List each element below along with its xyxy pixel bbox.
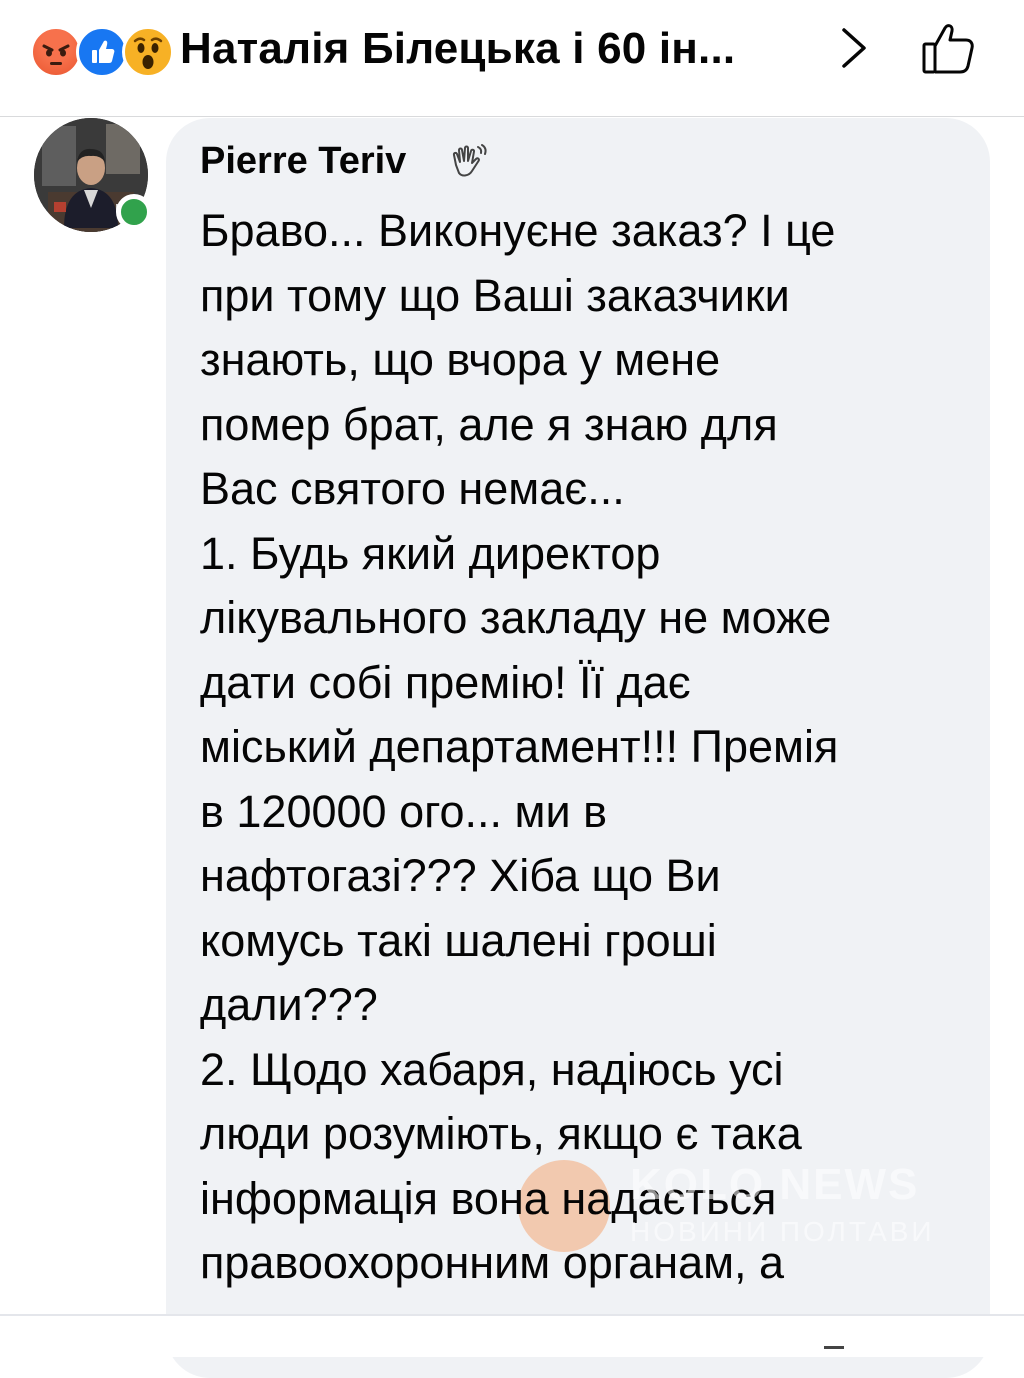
- comment-text-line: люди розуміють, якщо є така: [200, 1108, 802, 1159]
- watermark-subtitle: НОВИНИ ПОЛТАВИ: [630, 1216, 935, 1247]
- bottom-comment-bar[interactable]: [0, 1314, 1024, 1357]
- comment-text-line: нафтогазі??? Хіба що Ви: [200, 850, 721, 901]
- bottom-handle: [824, 1346, 844, 1349]
- comment-text-line: комусь такі шалені гроші: [200, 915, 717, 966]
- comment-author-name[interactable]: Pierre Teriv: [200, 140, 406, 183]
- online-status-indicator: [116, 194, 152, 230]
- comment-text-line: при тому що Ваші заказчики: [200, 270, 790, 321]
- comment-text-line: 2. Щодо хабаря, надіюсь усі: [200, 1044, 784, 1095]
- wow-reaction-icon: [122, 26, 174, 78]
- reactors-title[interactable]: Наталія Білецька і 60 ін...: [180, 24, 735, 74]
- chevron-right-icon[interactable]: [834, 24, 874, 72]
- watermark-logo: KOLO NEWS: [630, 1160, 920, 1209]
- comment-text-line: міський департамент!!! Премія: [200, 721, 839, 772]
- comment-text-line: дали???: [200, 979, 378, 1030]
- reactions-summary[interactable]: [30, 26, 180, 78]
- like-reaction-icon: [76, 26, 128, 78]
- angry-reaction-icon: [30, 26, 82, 78]
- comment-text-line: лікувального закладу не може: [200, 592, 832, 643]
- comment-text-line: дати собі премію! Її дає: [200, 657, 691, 708]
- comment-text-line: знають, що вчора у мене: [200, 334, 721, 385]
- thumbs-up-outline-icon[interactable]: [918, 18, 978, 78]
- comment-text-line: Браво... Виконуєне заказ? І це: [200, 205, 836, 256]
- comment-text-line: Вас святого немає...: [200, 463, 625, 514]
- comment-text-line: в 120000 ого... ми в: [200, 786, 608, 837]
- comments-header: Наталія Білецька і 60 ін...: [0, 0, 1024, 117]
- comment-text-line: помер брат, але я знаю для: [200, 399, 778, 450]
- waving-hand-icon: [452, 144, 487, 177]
- comment-text-line: 1. Будь який директор: [200, 528, 661, 579]
